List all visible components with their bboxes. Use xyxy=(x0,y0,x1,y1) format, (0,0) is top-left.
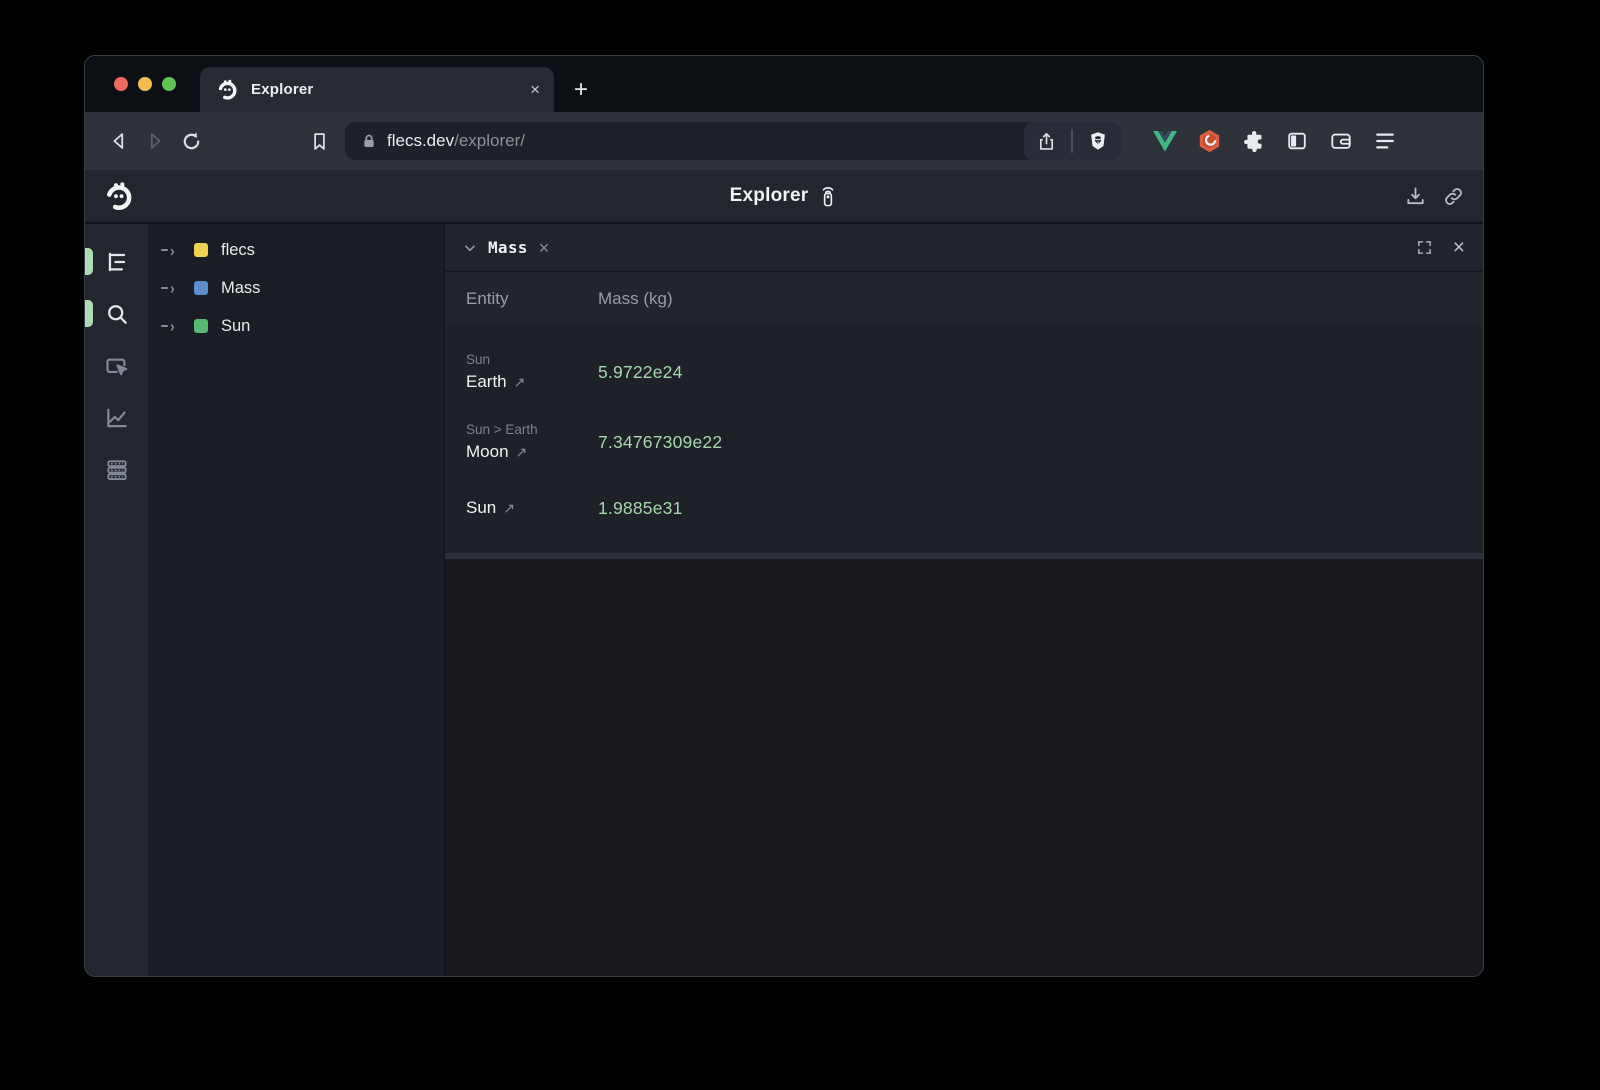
sidebar-item-stats[interactable] xyxy=(85,392,148,444)
hexagon-extension-icon[interactable] xyxy=(1198,129,1221,153)
flecs-favicon-icon xyxy=(216,78,239,101)
bookmark-icon[interactable] xyxy=(301,123,337,159)
external-link-icon: ↗ xyxy=(503,496,515,520)
new-tab-button[interactable]: + xyxy=(574,78,588,102)
back-button[interactable] xyxy=(101,123,137,159)
tree-outline-icon xyxy=(104,249,130,275)
share-icon[interactable] xyxy=(1036,131,1057,152)
empty-panel-area xyxy=(445,559,1483,976)
entity-color-swatch xyxy=(194,243,208,257)
url-bar[interactable]: flecs.dev/explorer/ xyxy=(345,122,1121,160)
browser-tab-explorer[interactable]: Explorer × xyxy=(200,67,554,112)
traffic-lights xyxy=(85,56,200,112)
table-header-row: Entity Mass (kg) xyxy=(445,271,1483,325)
activity-bar xyxy=(85,224,148,976)
url-bar-controls xyxy=(1024,122,1121,160)
brave-shield-icon[interactable] xyxy=(1087,130,1109,152)
browser-toolbar: flecs.dev/explorer/ xyxy=(85,112,1483,170)
mass-value: 5.9722e24 xyxy=(598,362,683,383)
entity-color-swatch xyxy=(194,281,208,295)
entity-parent-path: Sun xyxy=(466,350,598,370)
tree-item-sun[interactable]: › Sun xyxy=(148,307,444,345)
table-row[interactable]: Sun > Earth Moon↗ 7.34767309e22 xyxy=(466,407,1483,477)
fullscreen-icon[interactable] xyxy=(1416,239,1433,256)
close-window-button[interactable] xyxy=(114,77,128,91)
vue-devtools-icon[interactable] xyxy=(1153,130,1177,152)
extensions-puzzle-icon[interactable] xyxy=(1242,130,1265,153)
line-chart-icon xyxy=(104,405,130,431)
query-title: Mass xyxy=(488,238,528,257)
entity-parent-path: Sun > Earth xyxy=(466,420,598,440)
search-icon xyxy=(104,301,130,327)
sidebar-item-tree[interactable] xyxy=(85,236,148,288)
tree-item-flecs[interactable]: › flecs xyxy=(148,231,444,269)
column-header-value: Mass (kg) xyxy=(598,289,673,309)
page-title: Explorer xyxy=(730,185,809,207)
tree-item-label: Sun xyxy=(221,317,250,336)
sidebar-item-queries[interactable] xyxy=(85,444,148,496)
mass-value: 7.34767309e22 xyxy=(598,432,722,453)
remote-connection-icon[interactable] xyxy=(818,184,838,208)
url-text: flecs.dev/explorer/ xyxy=(387,131,525,151)
app-content: › flecs › Mass › Sun xyxy=(85,224,1483,976)
reload-button[interactable] xyxy=(173,123,209,159)
minimize-window-button[interactable] xyxy=(138,77,152,91)
url-path: /explorer/ xyxy=(454,131,525,150)
wallet-icon[interactable] xyxy=(1329,130,1353,152)
sidebar-item-inspect[interactable] xyxy=(85,340,148,392)
browser-window: Explorer × + xyxy=(84,55,1484,977)
forward-button[interactable] xyxy=(137,123,173,159)
entity-tree-panel: › flecs › Mass › Sun xyxy=(148,224,445,976)
entity-name-link[interactable]: Sun↗ xyxy=(466,496,598,520)
column-header-entity: Entity xyxy=(466,289,598,309)
expand-chevron-icon[interactable]: › xyxy=(161,280,187,296)
external-link-icon: ↗ xyxy=(516,440,528,464)
expand-chevron-icon[interactable]: › xyxy=(161,318,187,334)
browser-menu-icon[interactable] xyxy=(1374,131,1396,151)
panel-close-icon[interactable]: × xyxy=(1453,237,1465,258)
desktop-background: Explorer × + xyxy=(0,0,1600,1090)
entity-name-link[interactable]: Moon↗ xyxy=(466,440,598,464)
query-panel-header: Mass × × xyxy=(445,224,1483,271)
inspect-cursor-icon xyxy=(104,353,130,379)
chevron-down-icon[interactable] xyxy=(463,241,477,255)
entity-name-link[interactable]: Earth↗ xyxy=(466,370,598,394)
tree-item-label: flecs xyxy=(221,241,255,260)
browser-tab-bar: Explorer × + xyxy=(85,56,1483,112)
zoom-window-button[interactable] xyxy=(162,77,176,91)
app-header: Explorer xyxy=(85,170,1483,224)
download-icon[interactable] xyxy=(1404,185,1427,208)
query-results-table: Sun Earth↗ 5.9722e24 Sun > Earth Moon↗ 7… xyxy=(445,325,1483,553)
sidebar-toggle-icon[interactable] xyxy=(1286,130,1308,152)
expand-chevron-icon[interactable]: › xyxy=(161,242,187,258)
active-panel-indicator xyxy=(85,248,93,275)
lock-icon xyxy=(361,133,377,149)
copy-link-icon[interactable] xyxy=(1442,185,1465,208)
external-link-icon: ↗ xyxy=(514,370,526,394)
mass-value: 1.9885e31 xyxy=(598,498,683,519)
table-row[interactable]: Sun↗ 1.9885e31 xyxy=(466,477,1483,539)
active-panel-indicator xyxy=(85,300,93,327)
entity-color-swatch xyxy=(194,319,208,333)
url-domain: flecs.dev xyxy=(387,131,454,150)
tree-item-mass[interactable]: › Mass xyxy=(148,269,444,307)
toolbar-divider xyxy=(1071,129,1073,153)
query-close-icon[interactable]: × xyxy=(539,239,550,257)
extension-icons xyxy=(1153,129,1396,153)
tab-title: Explorer xyxy=(251,81,518,98)
tree-item-label: Mass xyxy=(221,279,260,298)
stacked-rows-icon xyxy=(104,457,130,483)
tab-close-icon[interactable]: × xyxy=(530,81,540,98)
table-row[interactable]: Sun Earth↗ 5.9722e24 xyxy=(466,337,1483,407)
flecs-logo-icon[interactable] xyxy=(103,180,135,212)
sidebar-item-search[interactable] xyxy=(85,288,148,340)
query-panel: Mass × × Entity Mass (kg) xyxy=(445,224,1483,976)
